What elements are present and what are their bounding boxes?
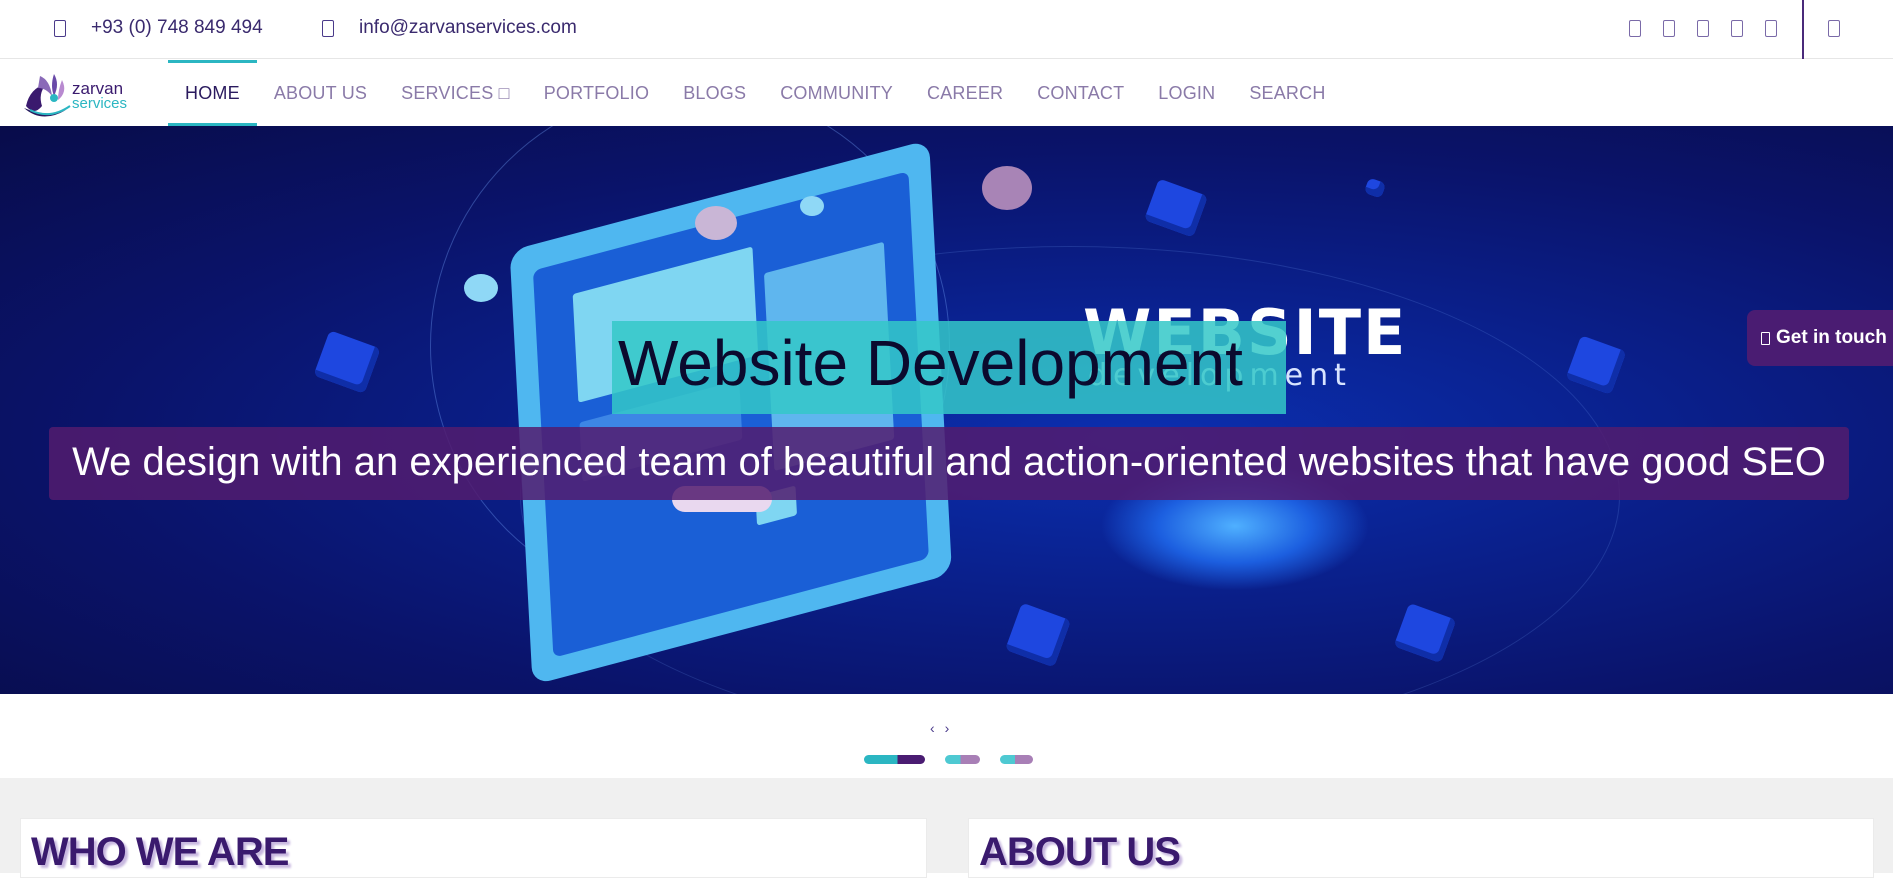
slider-arrows: ‹› bbox=[930, 720, 959, 736]
slider-next-button[interactable]: › bbox=[945, 720, 960, 736]
about-us-card: ABOUT US bbox=[968, 818, 1874, 878]
get-in-touch-button[interactable]: Get in touch bbox=[1747, 310, 1893, 366]
decor-bubble bbox=[800, 196, 824, 216]
decor-gem bbox=[313, 330, 381, 394]
who-we-are-heading: WHO WE ARE bbox=[31, 830, 289, 874]
instagram-icon[interactable] bbox=[1697, 20, 1709, 37]
phone-icon bbox=[54, 19, 66, 37]
nav-menu: HOME ABOUT US SERVICES □ PORTFOLIO BLOGS… bbox=[168, 60, 1343, 126]
zarvan-logo[interactable]: zarvan services bbox=[20, 66, 150, 122]
main-navigation: zarvan services HOME ABOUT US SERVICES □… bbox=[0, 60, 1893, 126]
facebook-icon[interactable] bbox=[1629, 20, 1641, 37]
logo-text-services: services bbox=[72, 95, 127, 112]
slider-dots bbox=[864, 755, 1033, 764]
nav-item-login[interactable]: LOGIN bbox=[1141, 60, 1232, 126]
decor-bubble bbox=[982, 166, 1032, 210]
nav-item-about-us[interactable]: ABOUT US bbox=[257, 60, 384, 126]
social-links bbox=[1629, 20, 1777, 37]
slider-dot-1[interactable] bbox=[864, 755, 925, 764]
youtube-icon[interactable] bbox=[1765, 20, 1777, 37]
slider-dot-3[interactable] bbox=[1000, 755, 1033, 764]
email-address[interactable]: info@zarvanservices.com bbox=[359, 17, 577, 39]
nav-item-career[interactable]: CAREER bbox=[910, 60, 1020, 126]
nav-item-services[interactable]: SERVICES □ bbox=[384, 60, 527, 126]
email-contact[interactable]: info@zarvanservices.com bbox=[322, 17, 577, 39]
decor-gem bbox=[1565, 335, 1627, 395]
nav-item-home[interactable]: HOME bbox=[168, 60, 257, 126]
top-bar: +93 (0) 748 849 494 info@zarvanservices.… bbox=[0, 0, 1893, 59]
slider-prev-button[interactable]: ‹ bbox=[930, 720, 945, 736]
topbar-divider bbox=[1802, 0, 1804, 59]
nav-item-portfolio[interactable]: PORTFOLIO bbox=[527, 60, 667, 126]
menu-icon[interactable] bbox=[1828, 20, 1840, 37]
slider-dot-2[interactable] bbox=[945, 755, 980, 764]
hero-subtext: We design with an experienced team of be… bbox=[72, 440, 1826, 484]
who-we-are-card: WHO WE ARE bbox=[20, 818, 927, 878]
hero-headline: Website Development bbox=[618, 327, 1243, 399]
nav-item-contact[interactable]: CONTACT bbox=[1020, 60, 1141, 126]
decor-bubble bbox=[464, 274, 498, 302]
decor-gem bbox=[1363, 177, 1387, 199]
twitter-icon[interactable] bbox=[1663, 20, 1675, 37]
hero-slider: WEBSITE development Website Development … bbox=[0, 126, 1893, 694]
nav-item-community[interactable]: COMMUNITY bbox=[763, 60, 910, 126]
about-us-heading: ABOUT US bbox=[979, 830, 1181, 874]
decor-bubble bbox=[695, 206, 737, 240]
nav-item-blogs[interactable]: BLOGS bbox=[666, 60, 763, 126]
decor-gem bbox=[1144, 178, 1208, 238]
nav-item-search[interactable]: SEARCH bbox=[1232, 60, 1342, 126]
envelope-icon bbox=[322, 19, 334, 37]
linkedin-icon[interactable] bbox=[1731, 20, 1743, 37]
phone-number[interactable]: +93 (0) 748 849 494 bbox=[91, 17, 263, 39]
chat-icon bbox=[1761, 331, 1770, 345]
get-in-touch-label: Get in touch bbox=[1776, 327, 1887, 348]
phone-contact[interactable]: +93 (0) 748 849 494 bbox=[54, 17, 263, 39]
